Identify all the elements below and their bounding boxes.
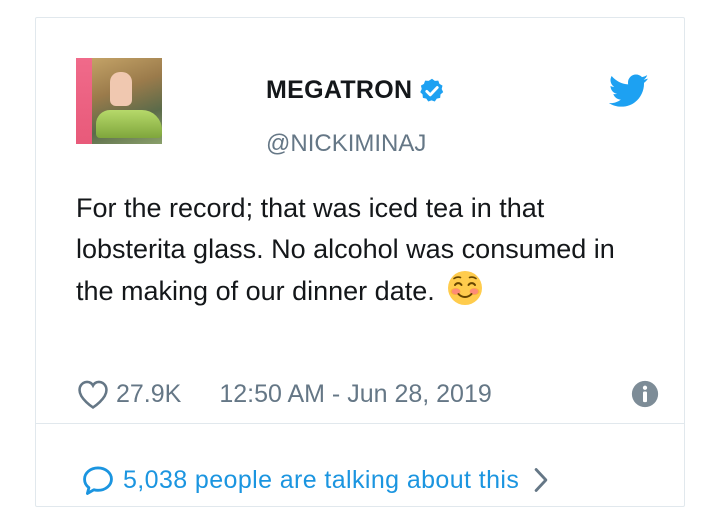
- tweet-text: For the record; that was iced tea in tha…: [76, 188, 636, 312]
- tweet-timestamp[interactable]: 12:50 AM - Jun 28, 2019: [219, 380, 491, 409]
- heart-icon[interactable]: [76, 378, 110, 410]
- tweet-card[interactable]: MEGATRON @NICKIMINAJ For the record; tha…: [35, 17, 685, 507]
- author-name-row[interactable]: MEGATRON: [266, 76, 446, 105]
- info-icon[interactable]: [630, 379, 660, 409]
- like-count[interactable]: 27.9K: [116, 380, 181, 409]
- smiling-face-emoji-icon: [447, 271, 482, 305]
- avatar-detail: [96, 110, 162, 138]
- tweet-meta-row: 27.9K 12:50 AM - Jun 28, 2019: [76, 376, 659, 412]
- conversation-link-text[interactable]: 5,038 people are talking about this: [123, 466, 519, 495]
- conversation-link[interactable]: 5,038 people are talking about this: [81, 464, 551, 496]
- speech-bubble-icon: [83, 466, 113, 495]
- display-name[interactable]: MEGATRON: [266, 76, 412, 105]
- divider: [36, 423, 684, 424]
- tweet-text-body: For the record; that was iced tea in tha…: [76, 193, 615, 306]
- user-handle[interactable]: @NICKIMINAJ: [266, 130, 426, 158]
- chevron-right-icon: [534, 468, 548, 492]
- twitter-bird-icon[interactable]: [609, 74, 649, 108]
- avatar-detail: [110, 72, 132, 106]
- avatar[interactable]: [76, 58, 162, 144]
- verified-badge-icon: [420, 78, 444, 101]
- avatar-detail: [76, 58, 92, 144]
